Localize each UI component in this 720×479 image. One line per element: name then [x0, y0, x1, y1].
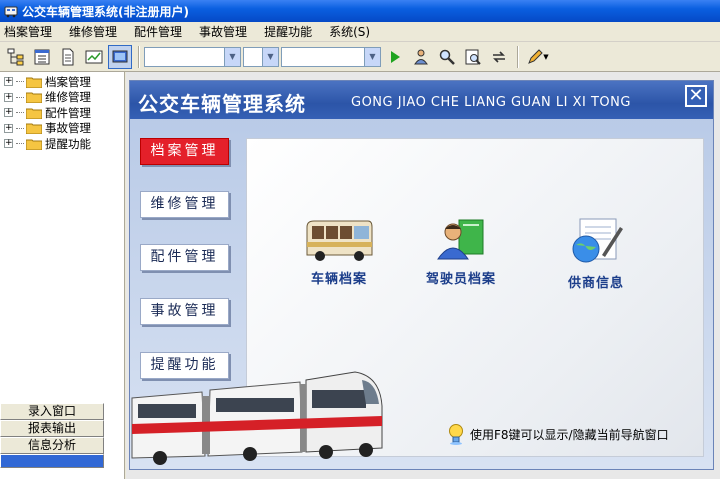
tile-label: 供商信息 — [567, 276, 624, 291]
find-button[interactable] — [409, 45, 433, 69]
refresh-icon — [493, 50, 505, 63]
lightbulb-icon — [449, 424, 463, 445]
filter-combo-1[interactable]: ▼ — [144, 46, 241, 67]
globe-document-icon — [572, 218, 623, 263]
navigation-panel: 公交车辆管理系统 GONG JIAO CHE LIANG GUAN LI XI … — [129, 80, 714, 470]
report-output-button[interactable]: 报表输出 — [0, 420, 104, 437]
panel-banner: 公交车辆管理系统 GONG JIAO CHE LIANG GUAN LI XI … — [130, 81, 713, 119]
tree-node-accident[interactable]: + 事故管理 — [4, 121, 91, 137]
app-icon — [4, 6, 18, 18]
toolbar-separator — [138, 45, 140, 68]
tree-node-label: 档案管理 — [45, 74, 91, 89]
supplier-info-tile[interactable]: 供商信息 — [546, 217, 646, 291]
driver-icon — [437, 219, 484, 260]
menu-accident[interactable]: 事故管理 — [199, 23, 247, 40]
navigation-window-button[interactable] — [108, 44, 132, 69]
folder-icon — [26, 77, 42, 88]
toolbar: ▼ ▼ ▼ ▼ — [0, 42, 720, 72]
navigation-pane: + 档案管理 + 维修管理 + 配件管理 + 事故管理 + 提醒功能 录入窗口 … — [0, 72, 125, 479]
articulated-bus-illustration — [131, 371, 383, 465]
main-area: 公交车辆管理系统 GONG JIAO CHE LIANG GUAN LI XI … — [126, 72, 720, 479]
driver-archive-tile[interactable]: 驾驶员档案 — [411, 217, 511, 287]
pencil-icon — [528, 48, 544, 64]
nav-archive-button[interactable]: 档案管理 — [140, 138, 229, 165]
tree-node-archive[interactable]: + 档案管理 — [4, 74, 91, 90]
hint-text: 使用F8键可以显示/隐藏当前导航窗口 — [470, 427, 669, 442]
tree-view-button[interactable] — [4, 45, 28, 69]
folder-icon — [26, 123, 42, 135]
expand-icon[interactable]: + — [4, 108, 13, 118]
panel-title: 公交车辆管理系统 — [138, 92, 306, 116]
panel-pinyin-title: GONG JIAO CHE LIANG GUAN LI XI TONG — [351, 95, 631, 110]
expand-icon[interactable]: + — [4, 77, 13, 87]
tree-node-label: 提醒功能 — [45, 136, 91, 151]
dropdown-arrow-icon: ▼ — [543, 52, 549, 61]
filter-combo-3[interactable]: ▼ — [281, 46, 381, 67]
title-bar: 公交车辆管理系统(非注册用户) — [0, 0, 720, 22]
list-view-button[interactable] — [30, 45, 54, 69]
folder-icon — [26, 139, 42, 150]
play-icon — [391, 50, 400, 63]
search-person-icon — [414, 49, 428, 64]
chevron-down-icon: ▼ — [364, 47, 380, 66]
menu-repair[interactable]: 维修管理 — [69, 23, 117, 40]
function-tree: + 档案管理 + 维修管理 + 配件管理 + 事故管理 + 提醒功能 — [4, 74, 91, 152]
tree-node-label: 维修管理 — [45, 90, 91, 105]
close-button[interactable]: ✕ — [685, 85, 707, 107]
chevron-down-icon: ▼ — [224, 47, 240, 66]
menu-system[interactable]: 系统(S) — [329, 23, 370, 40]
run-button[interactable] — [383, 45, 407, 69]
f8-hint: 使用F8键可以显示/隐藏当前导航窗口 — [446, 423, 669, 445]
toolbar-separator — [517, 45, 519, 68]
expand-icon[interactable]: + — [4, 123, 13, 133]
selected-bar[interactable] — [0, 454, 104, 468]
chart-button[interactable] — [82, 45, 106, 69]
menu-parts[interactable]: 配件管理 — [134, 23, 182, 40]
menu-archive[interactable]: 档案管理 — [4, 23, 52, 40]
vehicle-archive-tile[interactable]: 车辆档案 — [289, 217, 389, 287]
left-button-group: 录入窗口 报表输出 信息分析 — [0, 403, 125, 468]
filter-combo-2[interactable]: ▼ — [243, 46, 279, 67]
tree-node-label: 配件管理 — [45, 105, 91, 120]
bus-icon — [306, 220, 373, 261]
folder-icon — [26, 108, 42, 119]
preview-button[interactable] — [461, 45, 485, 69]
chevron-down-icon: ▼ — [262, 47, 278, 66]
entry-window-button[interactable]: 录入窗口 — [0, 403, 104, 420]
tile-label: 车辆档案 — [310, 272, 367, 287]
menu-reminder[interactable]: 提醒功能 — [264, 23, 312, 40]
window-list-icon — [34, 49, 50, 64]
magnifier-icon — [439, 49, 455, 65]
expand-icon[interactable]: + — [4, 92, 13, 102]
refresh-button[interactable] — [487, 45, 511, 69]
tree-node-parts[interactable]: + 配件管理 — [4, 105, 91, 121]
chart-window-icon — [85, 50, 103, 63]
info-analysis-button[interactable]: 信息分析 — [0, 437, 104, 454]
tree-node-repair[interactable]: + 维修管理 — [4, 90, 91, 106]
tree-node-reminder[interactable]: + 提醒功能 — [4, 136, 91, 152]
folder-icon — [26, 92, 42, 104]
tile-label: 驾驶员档案 — [425, 272, 496, 287]
nav-repair-button[interactable]: 维修管理 — [140, 191, 229, 218]
print-preview-icon — [465, 49, 481, 65]
monitor-icon — [112, 50, 128, 62]
tree-icon — [7, 48, 24, 65]
find-next-button[interactable] — [435, 45, 459, 69]
tree-node-label: 事故管理 — [45, 121, 91, 136]
document-icon — [62, 48, 74, 65]
document-button[interactable] — [56, 45, 80, 69]
window-title: 公交车辆管理系统(非注册用户) — [22, 4, 189, 19]
menu-bar: 档案管理 维修管理 配件管理 事故管理 提醒功能 系统(S) — [0, 22, 720, 42]
expand-icon[interactable]: + — [4, 139, 13, 149]
edit-button[interactable]: ▼ — [523, 45, 553, 69]
nav-parts-button[interactable]: 配件管理 — [140, 244, 229, 271]
nav-accident-button[interactable]: 事故管理 — [140, 298, 229, 325]
